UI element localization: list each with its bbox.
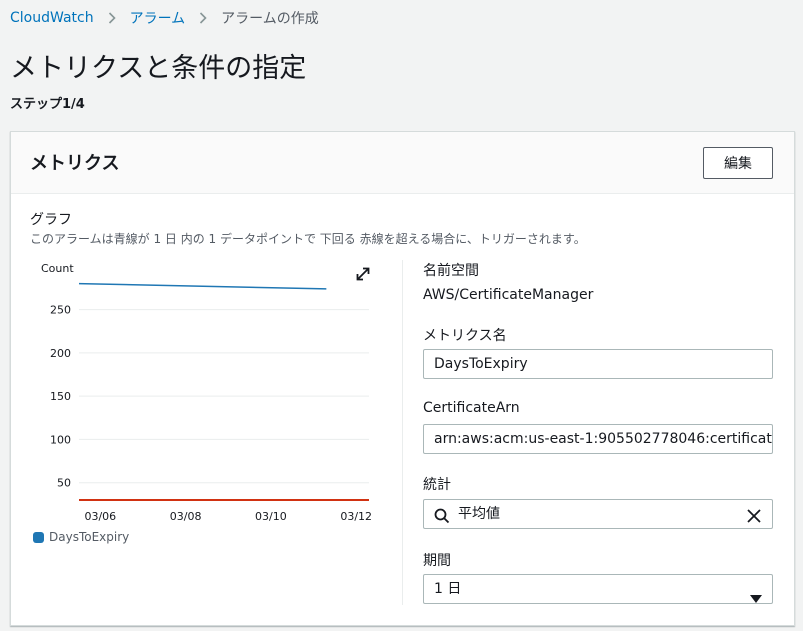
statistic-label: 統計 [423,477,451,493]
x-tick-label: 03/08 [170,510,202,523]
y-tick-label: 50 [57,477,71,490]
metric-chart: Count 50 100 150 200 250 03/06 03/08 03/10 03/12 … [29,260,399,550]
caret-down-icon [750,585,762,603]
panel-header: メトリクス 編集 [11,132,794,194]
page-title: メトリクスと条件の指定 [10,53,307,84]
graph-title: グラフ [30,212,72,228]
clear-icon[interactable] [746,506,762,523]
chart-legend: DaysToExpiry [33,530,129,544]
namespace-value: AWS/CertificateManager [423,287,594,303]
search-icon [434,506,450,524]
breadcrumb-current: アラームの作成 [221,11,319,27]
series-line [78,282,327,290]
edit-button[interactable]: 編集 [703,147,773,179]
metric-name-field[interactable]: DaysToExpiry [423,349,773,379]
period-select[interactable]: 1 日 [423,574,773,604]
panel-title: メトリクス [30,153,120,174]
x-tick-label: 03/12 [340,510,372,523]
chevron-right-icon [199,12,207,24]
namespace-label: 名前空間 [423,263,479,279]
statistic-field[interactable]: 平均値 [423,499,773,529]
legend-label: DaysToExpiry [49,530,130,544]
y-axis-label: Count [41,262,74,275]
breadcrumb-alarms-link[interactable]: アラーム [130,8,186,28]
metric-name-label: メトリクス名 [423,328,507,344]
metrics-panel: メトリクス 編集 グラフ このアラームは青線が 1 日 内の 1 データポイント… [10,131,795,626]
vertical-divider [402,260,403,605]
y-tick-label: 100 [50,433,71,446]
graph-description: このアラームは青線が 1 日 内の 1 データポイントで 下回る 赤線を超える場… [30,232,586,246]
y-tick-label: 200 [50,347,71,360]
chart-plot: Count 50 100 150 200 250 03/06 03/08 03/10 03/12 [41,262,372,523]
x-tick-label: 03/10 [255,510,287,523]
step-indicator: ステップ1/4 [10,97,85,112]
dimension-label: CertificateArn [423,400,520,416]
y-tick-label: 150 [50,390,71,403]
breadcrumb: CloudWatch アラーム アラームの作成 [10,8,319,28]
certificate-arn-field[interactable]: arn:aws:acm:us-east-1:905502778046:certi… [423,424,773,454]
period-value: 1 日 [434,581,462,597]
legend-swatch [33,531,44,543]
statistic-value: 平均値 [458,506,500,522]
expand-icon[interactable] [354,265,372,283]
period-label: 期間 [423,553,451,569]
breadcrumb-cloudwatch-link[interactable]: CloudWatch [10,10,94,26]
y-tick-label: 250 [50,304,71,317]
x-tick-label: 03/06 [84,510,116,523]
chevron-right-icon [108,12,116,24]
